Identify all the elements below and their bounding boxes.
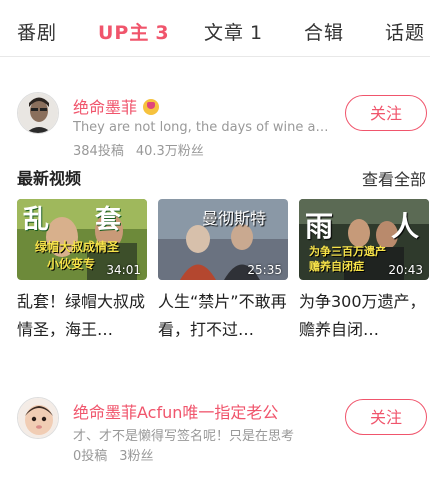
follow-button[interactable]: 关注 [345, 95, 427, 131]
user-name[interactable]: 绝命墨菲 [73, 98, 137, 117]
section-title: 最新视频 [17, 169, 82, 188]
tab-label: 番剧 [17, 22, 58, 44]
tab-topic[interactable]: 话题 [385, 18, 425, 45]
thumb-subtext: 绿帽大叔成情圣 [35, 240, 120, 254]
tab-article[interactable]: 文章 1 [204, 18, 263, 45]
search-tabs: 番剧 UP主 3 文章 1 合辑 话题 [0, 0, 430, 57]
verified-badge-icon [143, 99, 160, 115]
post-count: 384投稿 [73, 144, 124, 159]
user-stats: 0投稿 3粉丝 [73, 445, 154, 464]
thumb-text: 雨 [305, 210, 334, 243]
video-thumbnail[interactable]: 雨 人 为争三百万遗产 赡养自闭症 20:43 [299, 199, 429, 280]
tab-collection[interactable]: 合辑 [304, 18, 344, 45]
tab-bangumi[interactable]: 番剧 [17, 18, 57, 45]
tab-label: 文章 [204, 22, 245, 44]
user-name[interactable]: 绝命墨菲Acfun唯一指定老公 [73, 399, 278, 423]
user-signature: They are not long, the days of wine and … [73, 120, 329, 135]
thumb-subtext: 为争三百万遗产 [309, 245, 386, 258]
tab-count: 3 [155, 22, 170, 44]
video-card[interactable]: 曼彻斯特 25:35 人生“禁片”不敢再看，打不过… [158, 199, 288, 344]
video-thumbnail[interactable]: 曼彻斯特 25:35 [158, 199, 288, 280]
video-duration: 34:01 [106, 263, 141, 277]
video-duration: 25:35 [247, 263, 282, 277]
video-title[interactable]: 乱套！绿帽大叔成情圣，海王… [17, 288, 147, 344]
see-all-link[interactable]: 查看全部 [362, 166, 426, 190]
video-card[interactable]: 乱 套 绿帽大叔成情圣 小伙变专 34:01 乱套！绿帽大叔成情圣，海王… [17, 199, 147, 344]
thumb-text: 乱 [23, 205, 50, 235]
user-stats: 384投稿 40.3万粉丝 [73, 140, 204, 159]
post-count: 0投稿 [73, 449, 108, 464]
fan-count: 3粉丝 [119, 449, 154, 464]
user-signature: 才、才不是懒得写签名呢！只是在思考 [73, 429, 295, 444]
video-title[interactable]: 为争300万遗产，赡养自闭… [299, 288, 429, 344]
tab-count: 1 [250, 22, 264, 44]
thumb-text: 人 [391, 210, 420, 243]
tab-up[interactable]: UP主 3 [98, 18, 170, 45]
avatar[interactable] [17, 92, 59, 134]
tab-label: UP主 [98, 22, 150, 44]
thumb-text: 套 [95, 205, 122, 235]
follow-button[interactable]: 关注 [345, 399, 427, 435]
tab-label: 合辑 [304, 22, 345, 44]
thumb-subtext: 小伙变专 [47, 257, 96, 271]
tab-label: 话题 [385, 22, 426, 44]
video-thumbnail[interactable]: 乱 套 绿帽大叔成情圣 小伙变专 34:01 [17, 199, 147, 280]
video-card[interactable]: 雨 人 为争三百万遗产 赡养自闭症 20:43 为争300万遗产，赡养自闭… [299, 199, 429, 344]
thumb-subtext: 赡养自闭症 [309, 260, 364, 273]
video-duration: 20:43 [388, 263, 423, 277]
avatar[interactable] [17, 397, 59, 439]
fan-count: 40.3万粉丝 [135, 144, 204, 159]
thumb-text: 曼彻斯特 [202, 209, 267, 228]
video-title[interactable]: 人生“禁片”不敢再看，打不过… [158, 288, 288, 344]
